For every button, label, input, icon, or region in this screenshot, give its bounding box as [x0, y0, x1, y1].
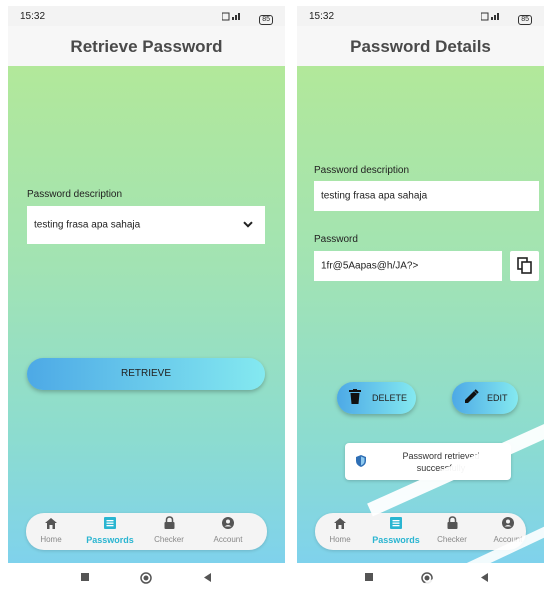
nav-item-account[interactable]: Account [478, 516, 538, 544]
nav-item-checker[interactable]: Checker [422, 516, 482, 544]
status-icons: 85 [480, 11, 532, 25]
home-icon [21, 516, 81, 534]
account-icon [478, 516, 538, 534]
copy-icon [517, 257, 532, 274]
description-dropdown[interactable]: testing frasa apa sahaja [27, 206, 265, 244]
nav-item-label: Home [40, 535, 62, 544]
nav-item-checker[interactable]: Checker [139, 516, 199, 544]
recents-icon[interactable] [364, 572, 374, 582]
page-title: Retrieve Password [70, 37, 223, 56]
description-label: Password description [314, 165, 410, 176]
description-value: testing frasa apa sahaja [321, 190, 428, 202]
back-icon[interactable] [202, 572, 212, 583]
nav-item-passwords[interactable]: Passwords [80, 516, 140, 545]
status-icons: 85 [221, 11, 273, 25]
account-icon [198, 516, 258, 534]
copy-button[interactable] [510, 251, 539, 281]
nav-item-home[interactable]: Home [21, 516, 81, 544]
app-bar: Password Details [297, 26, 544, 66]
nav-item-label: Account [493, 535, 523, 544]
system-nav-bar [8, 563, 285, 592]
description-dropdown-value: testing frasa apa sahaja [34, 219, 141, 231]
bottom-nav: Home Passwords Checker Account [26, 513, 267, 550]
nav-item-label: Checker [437, 535, 467, 544]
retrieve-button[interactable]: RETRIEVE [27, 358, 265, 390]
description-field[interactable]: testing frasa apa sahaja [314, 181, 539, 211]
trash-icon [349, 389, 361, 404]
app-bar: Retrieve Password [8, 26, 285, 66]
home-icon [310, 516, 370, 534]
nav-item-label: Home [329, 535, 351, 544]
signal-icon [480, 12, 500, 21]
page-title: Password Details [350, 37, 491, 56]
lock-icon [422, 516, 482, 534]
password-details-screen: 15:32 85 Password Details Password descr… [297, 6, 544, 592]
lock-icon [139, 516, 199, 534]
password-label: Password [314, 234, 358, 245]
content-area: Password description testing frasa apa s… [8, 66, 285, 563]
shield-icon [356, 455, 366, 467]
status-time: 15:32 [20, 11, 46, 22]
nav-item-label: Passwords [372, 535, 420, 545]
password-field[interactable]: 1fr@5Aapas@h/JA?> [314, 251, 502, 281]
home-system-icon[interactable] [140, 572, 152, 584]
chevron-down-icon [243, 221, 253, 228]
nav-item-account[interactable]: Account [198, 516, 258, 544]
nav-item-label: Account [213, 535, 243, 544]
list-icon [80, 516, 140, 534]
pencil-icon [465, 389, 479, 403]
back-icon[interactable] [479, 572, 489, 583]
toast-notification: Password retrieved successfully [345, 443, 511, 480]
retrieve-password-screen: 15:32 85 Retrieve Password Password desc… [8, 6, 285, 592]
nav-item-passwords[interactable]: Passwords [366, 516, 426, 545]
nav-item-label: Checker [154, 535, 184, 544]
status-bar: 15:32 85 [8, 6, 285, 26]
nav-item-home[interactable]: Home [310, 516, 370, 544]
password-value: 1fr@5Aapas@h/JA?> [321, 260, 419, 272]
toast-message: Password retrieved successfully [402, 451, 480, 473]
edit-button[interactable]: EDIT [452, 382, 518, 414]
delete-label: DELETE [372, 393, 408, 403]
recents-icon[interactable] [80, 572, 90, 582]
description-label: Password description [27, 189, 123, 200]
bottom-nav: Home Passwords Checker Account [315, 513, 526, 550]
delete-button[interactable]: DELETE [337, 382, 416, 414]
home-system-icon[interactable] [421, 572, 433, 584]
system-nav-bar [297, 563, 544, 592]
battery-icon: 85 [518, 15, 532, 25]
status-bar: 15:32 85 [297, 6, 544, 26]
battery-icon: 85 [259, 15, 273, 25]
signal-icon [221, 12, 241, 21]
edit-label: EDIT [487, 393, 508, 403]
status-time: 15:32 [309, 11, 335, 22]
content-area: Password description testing frasa apa s… [297, 66, 544, 563]
nav-item-label: Passwords [86, 535, 134, 545]
list-icon [366, 516, 426, 534]
